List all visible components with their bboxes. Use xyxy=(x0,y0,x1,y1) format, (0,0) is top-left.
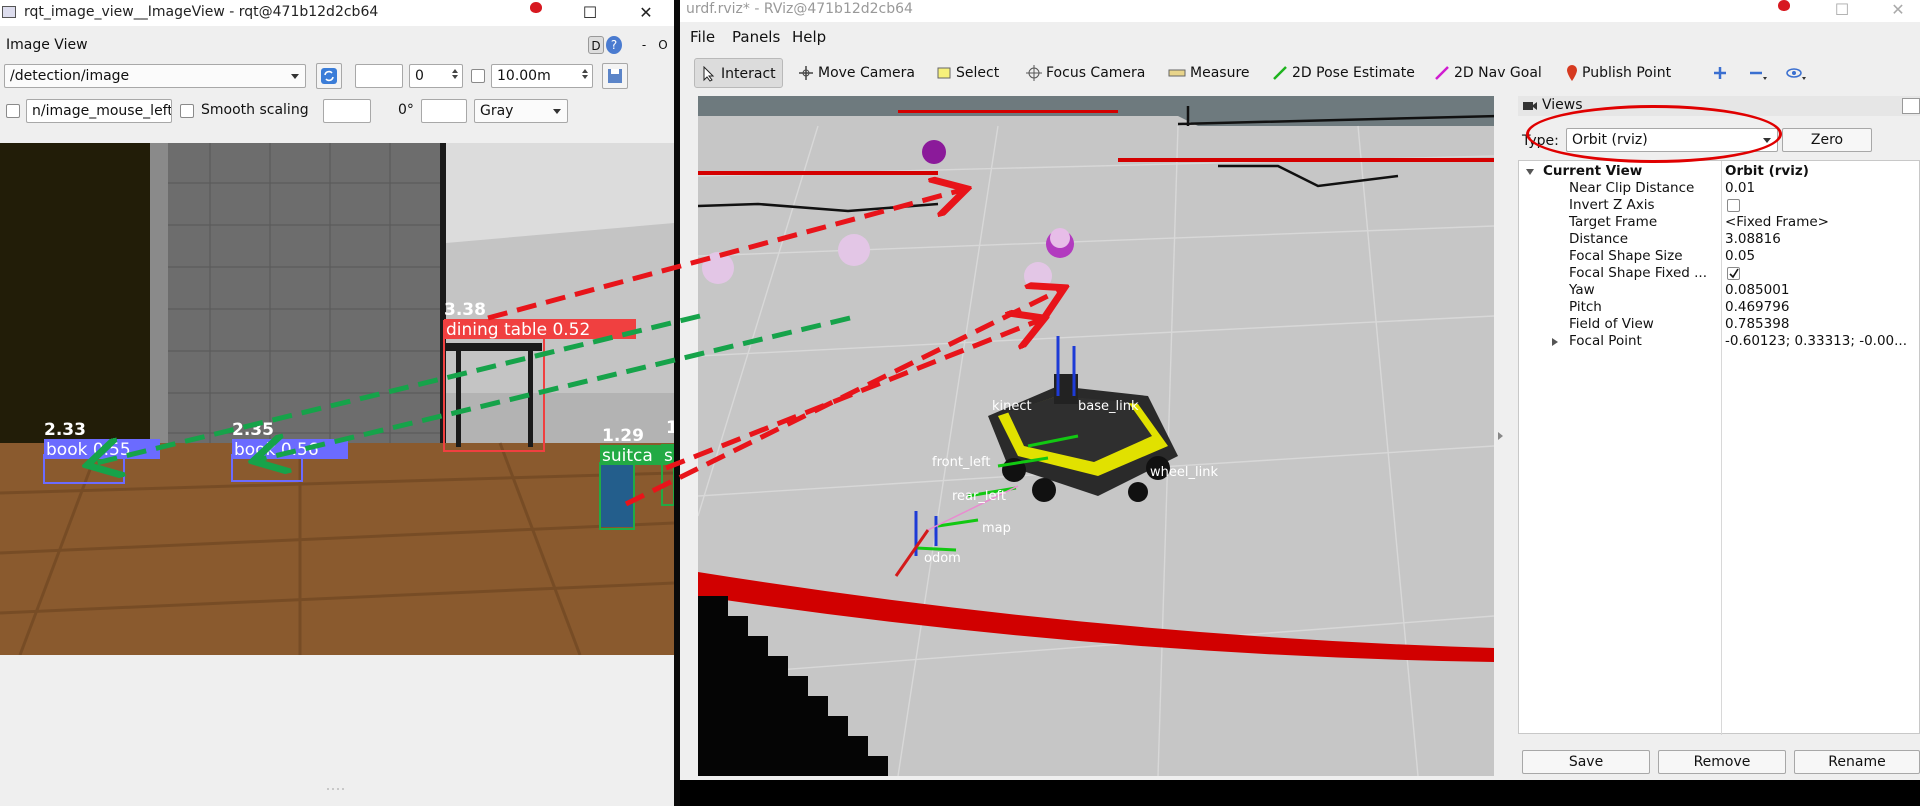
annotation-arrows xyxy=(0,0,1920,507)
arrow-table-to-sphere xyxy=(487,190,962,321)
arrow-sphere-to-book-1 xyxy=(92,313,701,464)
